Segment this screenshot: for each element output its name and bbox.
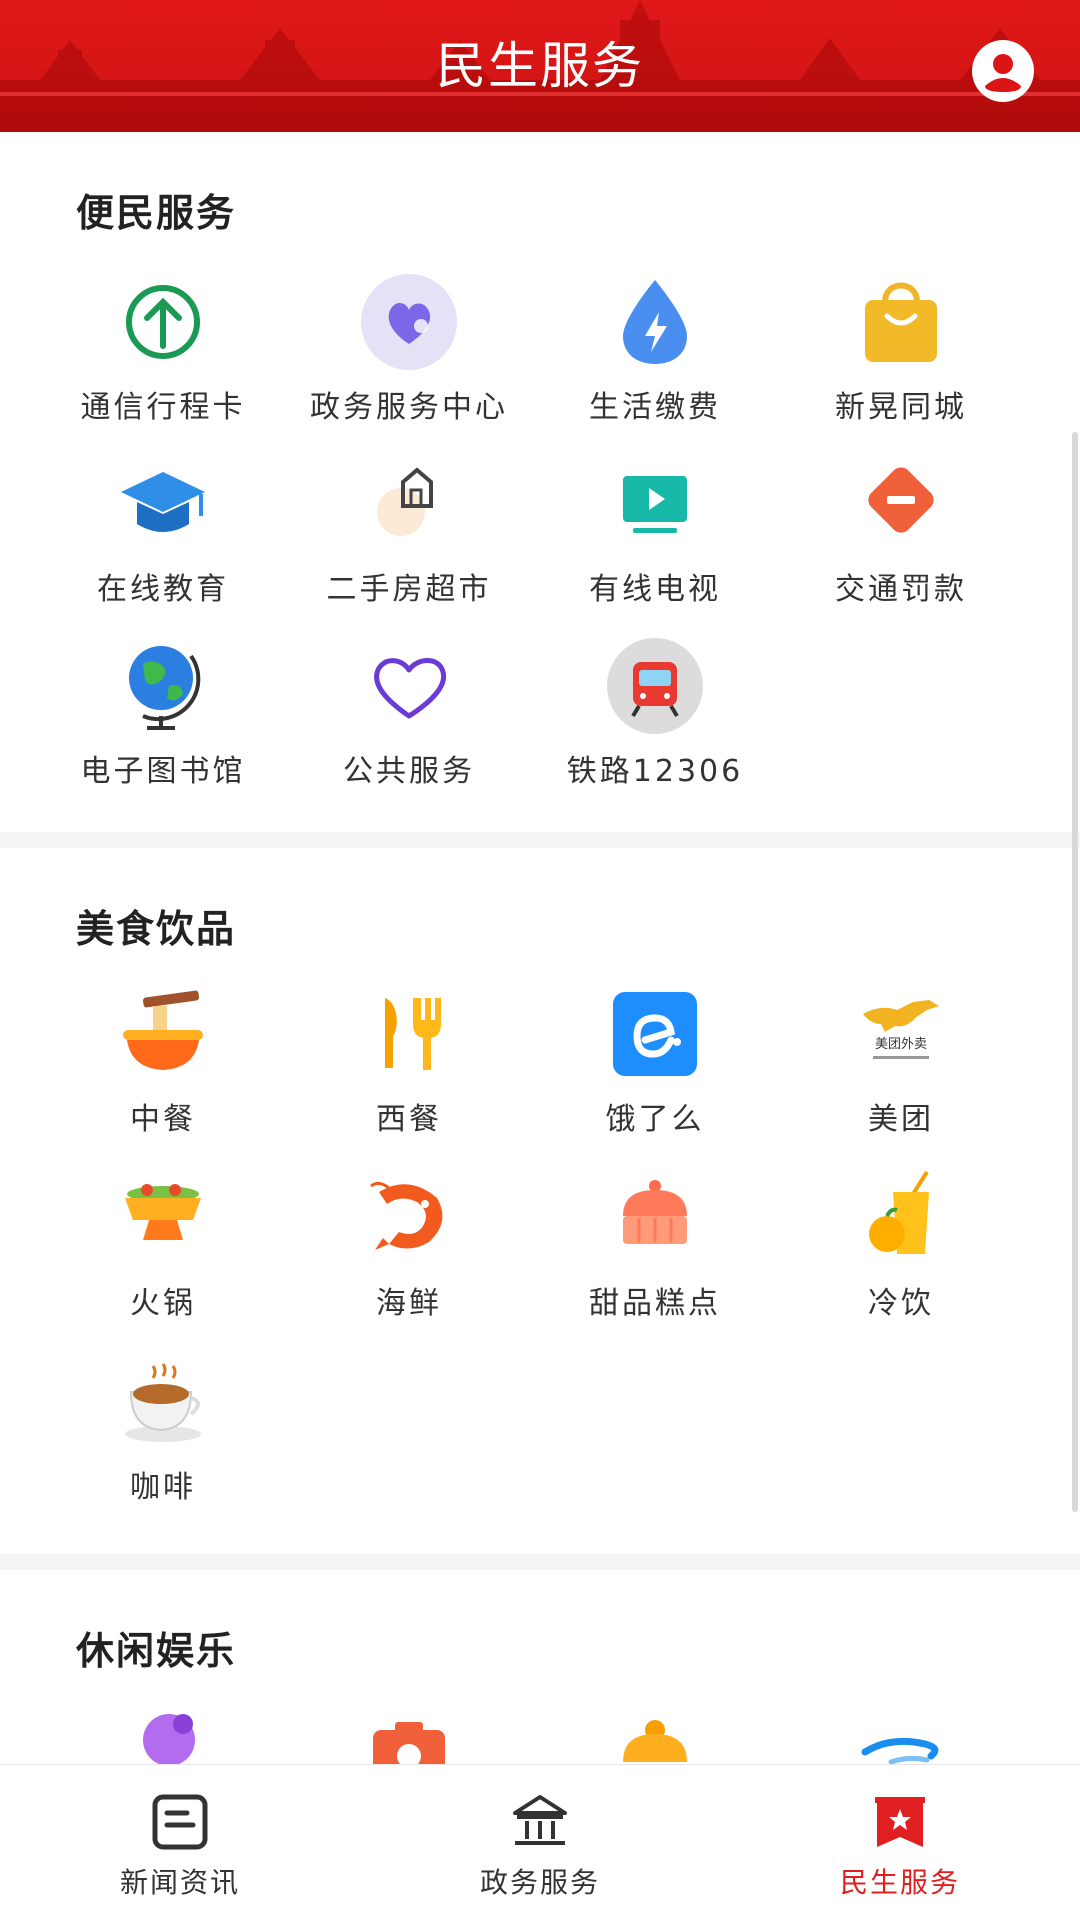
fork-knife-icon bbox=[385, 998, 441, 1070]
section-convenience-services: 便民服务 通信行程卡 政务服务中心 生活缴费 新晃同城 在线教育 二手房超市 有… bbox=[0, 132, 1080, 832]
graduation-cap-icon bbox=[121, 472, 205, 532]
eleme-icon bbox=[613, 992, 697, 1076]
item-label: 咖啡 bbox=[130, 1470, 196, 1505]
leisure-item-3[interactable] bbox=[532, 1700, 778, 1764]
service-second-hand-housing[interactable]: 二手房超市 bbox=[286, 454, 532, 608]
item-label: 在线教育 bbox=[97, 572, 229, 607]
service-cable-tv[interactable]: 有线电视 bbox=[532, 454, 778, 608]
service-e-library[interactable]: 电子图书馆 bbox=[40, 636, 286, 790]
section-leisure-entertainment: 休闲娱乐 bbox=[0, 1570, 1080, 1764]
food-dessert[interactable]: 甜品糕点 bbox=[532, 1168, 778, 1322]
shopping-bag-icon bbox=[865, 282, 937, 362]
tab-label: 新闻资讯 bbox=[119, 1866, 240, 1899]
item-label: 通信行程卡 bbox=[80, 390, 246, 425]
food-eleme[interactable]: 饿了么 bbox=[532, 984, 778, 1138]
food-meituan[interactable]: 美团外卖 美团 bbox=[778, 984, 1024, 1138]
hotpot-icon bbox=[125, 1184, 201, 1240]
blue-wave-icon bbox=[861, 1737, 939, 1764]
food-western[interactable]: 西餐 bbox=[286, 984, 532, 1138]
item-label: 冷饮 bbox=[868, 1286, 934, 1321]
food-coffee[interactable]: 咖啡 bbox=[40, 1352, 286, 1506]
page-title: 民生服务 bbox=[436, 37, 644, 95]
item-label: 甜品糕点 bbox=[589, 1286, 721, 1321]
coffee-cup-icon bbox=[125, 1363, 201, 1442]
item-label: 西餐 bbox=[376, 1102, 442, 1137]
item-label: 政务服务中心 bbox=[310, 390, 508, 425]
government-heart-icon bbox=[361, 274, 457, 370]
shrimp-icon bbox=[370, 1181, 443, 1250]
item-label: 海鲜 bbox=[376, 1286, 442, 1321]
scrollbar-thumb[interactable] bbox=[1072, 432, 1078, 1512]
app-header: 民生服务 bbox=[0, 0, 1080, 132]
payment-drop-icon bbox=[623, 280, 687, 364]
service-online-education[interactable]: 在线教育 bbox=[40, 454, 286, 608]
tab-livelihood-services[interactable]: 民生服务 bbox=[750, 1765, 1050, 1921]
user-profile-button[interactable] bbox=[972, 40, 1034, 102]
cake-icon bbox=[623, 1180, 687, 1244]
juice-icon bbox=[869, 1170, 929, 1254]
service-railway-12306[interactable]: 铁路12306 bbox=[532, 636, 778, 790]
item-label: 新晃同城 bbox=[835, 390, 967, 425]
tab-government-services[interactable]: 政务服务 bbox=[390, 1765, 690, 1921]
item-label: 饿了么 bbox=[605, 1102, 705, 1137]
bottom-tab-bar: 新闻资讯 政务服务 民生服务 bbox=[0, 1764, 1080, 1921]
service-travel-card[interactable]: 通信行程卡 bbox=[40, 272, 286, 426]
meituan-logo-text: 美团外卖 bbox=[875, 1037, 927, 1052]
government-building-icon bbox=[513, 1795, 567, 1845]
train-icon bbox=[607, 638, 703, 734]
tab-label: 政务服务 bbox=[479, 1866, 600, 1899]
heart-outline-icon bbox=[374, 658, 447, 719]
item-label: 电子图书馆 bbox=[80, 754, 246, 789]
section-title: 便民服务 bbox=[76, 191, 237, 235]
food-cold-drinks[interactable]: 冷饮 bbox=[778, 1168, 1024, 1322]
news-icon bbox=[152, 1794, 208, 1850]
camera-icon bbox=[373, 1722, 445, 1764]
item-label: 火锅 bbox=[130, 1286, 196, 1321]
user-icon bbox=[974, 42, 1032, 100]
meituan-kangaroo-icon: 美团外卖 bbox=[863, 1000, 939, 1059]
service-utility-payment[interactable]: 生活缴费 bbox=[532, 272, 778, 426]
leisure-item-2[interactable] bbox=[286, 1700, 532, 1764]
globe-icon bbox=[129, 646, 201, 730]
item-label: 有线电视 bbox=[589, 572, 721, 607]
item-label: 公共服务 bbox=[343, 754, 475, 789]
food-seafood[interactable]: 海鲜 bbox=[286, 1168, 532, 1322]
main-content[interactable]: 便民服务 通信行程卡 政务服务中心 生活缴费 新晃同城 在线教育 二手房超市 有… bbox=[0, 132, 1080, 1764]
section-title: 休闲娱乐 bbox=[76, 1629, 237, 1673]
tv-icon bbox=[623, 476, 687, 533]
purple-character-icon bbox=[143, 1714, 195, 1764]
service-public-services[interactable]: 公共服务 bbox=[286, 636, 532, 790]
travel-card-arrow-icon bbox=[126, 285, 200, 359]
food-chinese[interactable]: 中餐 bbox=[40, 984, 286, 1138]
item-label: 生活缴费 bbox=[589, 390, 721, 425]
item-label: 二手房超市 bbox=[326, 572, 492, 607]
noodle-bowl-icon bbox=[123, 990, 203, 1070]
section-title: 美食饮品 bbox=[76, 907, 237, 951]
house-icon bbox=[377, 467, 433, 536]
service-xinhuang-city[interactable]: 新晃同城 bbox=[778, 272, 1024, 426]
item-label: 美团 bbox=[868, 1102, 934, 1137]
item-label: 中餐 bbox=[130, 1102, 196, 1137]
no-entry-icon bbox=[868, 467, 934, 533]
item-label: 铁路12306 bbox=[566, 754, 744, 789]
food-hotpot[interactable]: 火锅 bbox=[40, 1168, 286, 1322]
leisure-item-4[interactable] bbox=[778, 1700, 1024, 1764]
item-label: 交通罚款 bbox=[835, 572, 967, 607]
bookmark-star-icon bbox=[875, 1797, 925, 1847]
tab-label: 民生服务 bbox=[839, 1866, 960, 1899]
leisure-item-1[interactable] bbox=[40, 1700, 286, 1764]
section-food-drinks: 美食饮品 中餐 西餐 饿了么 美团外卖 美团 火锅 海鲜 甜品糕点 冷饮 咖啡 bbox=[0, 848, 1080, 1554]
service-traffic-fines[interactable]: 交通罚款 bbox=[778, 454, 1024, 608]
orange-bag-icon bbox=[623, 1720, 687, 1762]
tab-news[interactable]: 新闻资讯 bbox=[30, 1765, 330, 1921]
service-government-center[interactable]: 政务服务中心 bbox=[286, 272, 532, 426]
